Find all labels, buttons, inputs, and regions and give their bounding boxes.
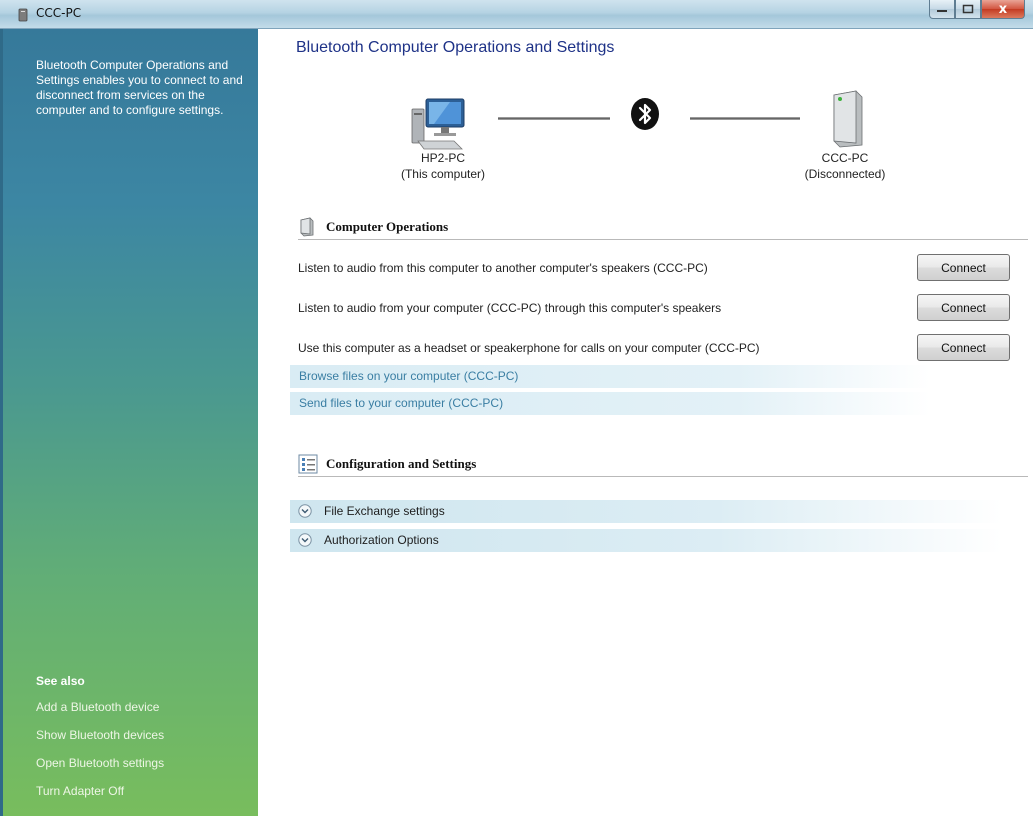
authorization-options-label: Authorization Options [324, 533, 439, 547]
bluetooth-device-icon [18, 8, 28, 22]
window-title: CCC-PC [36, 6, 82, 20]
turn-adapter-off-link[interactable]: Turn Adapter Off [36, 784, 164, 812]
show-bluetooth-devices-link[interactable]: Show Bluetooth devices [36, 728, 164, 756]
title-bar: CCC-PC x [0, 0, 1033, 29]
configuration-title: Configuration and Settings [326, 456, 477, 471]
connect-button-headset[interactable]: Connect [917, 334, 1010, 361]
connect-button-audio-in[interactable]: Connect [917, 294, 1010, 321]
minimize-icon [937, 10, 947, 12]
chevron-down-icon [298, 533, 312, 547]
main-content: Bluetooth Computer Operations and Settin… [258, 29, 1033, 816]
add-bluetooth-device-link[interactable]: Add a Bluetooth device [36, 700, 164, 728]
chevron-down-icon [298, 504, 312, 518]
maximize-button[interactable] [955, 0, 981, 19]
minimize-button[interactable] [929, 0, 955, 19]
task-pane: Bluetooth Computer Operations and Settin… [0, 29, 258, 816]
computer-operations-header: Computer Operations [298, 217, 1028, 240]
open-bluetooth-settings-link[interactable]: Open Bluetooth settings [36, 756, 164, 784]
window-controls: x [929, 0, 1025, 20]
local-device-status: (This computer) [400, 167, 486, 181]
computer-operations-title: Computer Operations [326, 219, 449, 234]
connection-line-left [498, 117, 610, 120]
operation-row: Use this computer as a headset or speake… [298, 334, 1010, 364]
file-exchange-settings-expander[interactable]: File Exchange settings [290, 500, 1002, 523]
local-device-label: HP2-PC (This computer) [378, 150, 508, 182]
operation-text: Listen to audio from your computer (CCC-… [298, 301, 722, 315]
operation-text: Use this computer as a headset or speake… [298, 341, 760, 355]
connect-button-audio-out[interactable]: Connect [917, 254, 1010, 281]
remote-device-label: CCC-PC (Disconnected) [780, 150, 910, 182]
task-pane-description: Bluetooth Computer Operations and Settin… [36, 58, 243, 117]
see-also-links: Add a Bluetooth device Show Bluetooth de… [36, 700, 164, 812]
computer-operations-icon [300, 217, 314, 237]
file-exchange-settings-label: File Exchange settings [324, 504, 445, 518]
computer-icon [411, 98, 465, 150]
operation-text: Listen to audio from this computer to an… [298, 261, 708, 275]
send-files-label: Send files to your computer (CCC-PC) [299, 396, 504, 410]
browse-files-link[interactable]: Browse files on your computer (CCC-PC) [290, 365, 930, 388]
configuration-header: Configuration and Settings [298, 454, 1028, 477]
close-button[interactable]: x [981, 0, 1025, 19]
close-icon: x [998, 1, 1008, 17]
maximize-icon [962, 4, 974, 14]
remote-device-status: (Disconnected) [804, 167, 886, 181]
operation-row: Listen to audio from this computer to an… [298, 254, 1010, 284]
send-files-link[interactable]: Send files to your computer (CCC-PC) [290, 392, 930, 415]
local-device-name: HP2-PC [420, 151, 465, 165]
page-title: Bluetooth Computer Operations and Settin… [296, 39, 615, 56]
remote-device-name: CCC-PC [821, 151, 869, 165]
bluetooth-icon [631, 98, 659, 130]
device-diagram: HP2-PC (This computer) CCC-PC (Disconnec… [258, 79, 1033, 189]
see-also-heading: See also [36, 674, 85, 688]
browse-files-label: Browse files on your computer (CCC-PC) [299, 369, 519, 383]
connection-line-right [690, 117, 800, 120]
remote-computer-icon [833, 90, 863, 148]
settings-list-icon [298, 454, 318, 474]
operation-row: Listen to audio from your computer (CCC-… [298, 294, 1010, 324]
authorization-options-expander[interactable]: Authorization Options [290, 529, 1002, 552]
